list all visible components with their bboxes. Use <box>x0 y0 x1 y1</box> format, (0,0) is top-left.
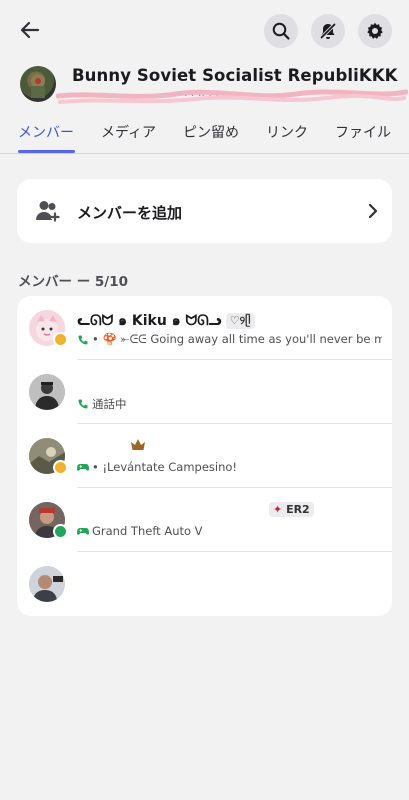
add-member-button[interactable]: メンバーを追加 <box>17 179 392 243</box>
members-section-title: メンバー ー 5/10 <box>18 274 129 290</box>
member-tag: ER2 <box>286 503 310 516</box>
active-tab-indicator <box>18 150 75 153</box>
back-arrow-icon <box>20 21 40 39</box>
add-member-icon <box>36 201 60 222</box>
redaction-scribble <box>56 89 408 104</box>
member-activity: 通話中 <box>77 396 382 412</box>
avatar <box>29 566 65 602</box>
back-button[interactable] <box>14 14 46 46</box>
search-button[interactable] <box>264 14 298 48</box>
member-activity: • ¡Levántate Campesino! <box>77 460 382 474</box>
phone-icon <box>78 399 88 409</box>
group-title: Bunny Soviet Socialist RepubliKKK <box>72 66 398 85</box>
member-row[interactable]: ✦ ER2 Grand Theft Auto V <box>17 488 392 552</box>
member-list: ᓚᘏᗢ ๑ Kiku ๑ ᗢᘏᓗ ♡୨ᥫ • 🍄 ⤜ᕮᕮ Going away a… <box>17 296 392 616</box>
settings-button[interactable] <box>358 14 392 48</box>
gear-icon <box>367 22 383 39</box>
group-avatar[interactable] <box>20 66 56 102</box>
crown-icon <box>131 439 145 450</box>
gamepad-icon <box>77 464 89 471</box>
add-member-label: メンバーを追加 <box>77 204 183 222</box>
status-idle-indicator <box>53 332 68 347</box>
member-row[interactable]: • ¡Levántate Campesino! <box>17 424 392 488</box>
search-icon <box>272 22 290 40</box>
member-activity: Grand Theft Auto V <box>77 524 382 538</box>
member-row[interactable]: ᓚᘏᗢ ๑ Kiku ๑ ᗢᘏᓗ ♡୨ᥫ • 🍄 ⤜ᕮᕮ Going away a… <box>17 296 392 360</box>
member-activity: • 🍄 ⤜ᕮᕮ Going away all time as you'll ne… <box>77 332 382 347</box>
notification-settings-button[interactable] <box>311 14 345 48</box>
status-online-indicator <box>53 524 68 539</box>
status-idle-indicator <box>53 460 68 475</box>
group-header: Bunny Soviet Socialist RepubliKKK · · · … <box>0 62 409 112</box>
tab-bar: メンバー メディア ピン留め リンク ファイル <box>0 112 409 154</box>
phone-icon <box>78 335 88 344</box>
tab-links[interactable]: リンク <box>266 122 308 142</box>
member-name-tag: ✦ ER2 <box>269 502 314 518</box>
top-bar <box>0 0 409 62</box>
notifications-muted-icon <box>319 22 337 40</box>
member-row[interactable] <box>17 552 392 616</box>
gamepad-icon <box>77 528 89 535</box>
tab-files[interactable]: ファイル <box>335 122 391 142</box>
chevron-right-icon <box>368 203 378 219</box>
member-name: ᓚᘏᗢ ๑ Kiku ๑ ᗢᘏᓗ ♡୨ᥫ <box>77 310 255 332</box>
member-row[interactable]: 通話中 <box>17 360 392 424</box>
avatar <box>29 374 65 410</box>
tab-pins[interactable]: ピン留め <box>183 122 239 142</box>
tab-media[interactable]: メディア <box>101 122 156 142</box>
member-tag: ♡୨ᥫ <box>225 313 255 329</box>
tab-members[interactable]: メンバー <box>18 122 74 142</box>
